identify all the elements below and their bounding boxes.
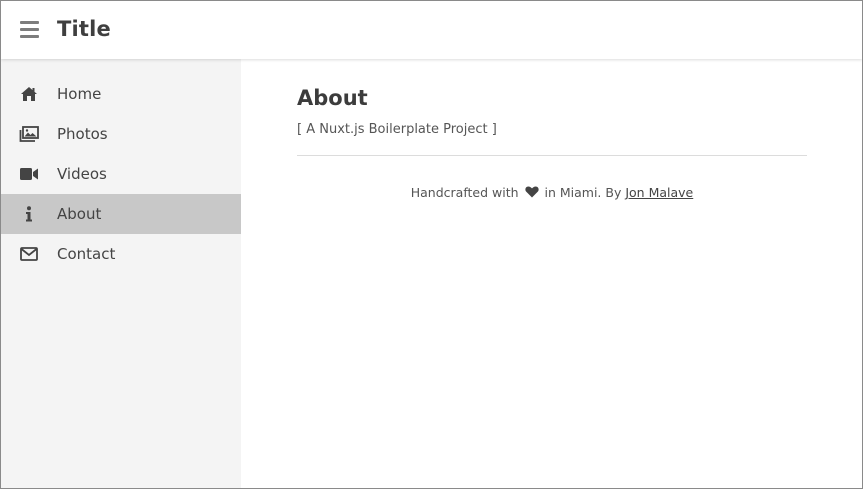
- footer-credit: Handcrafted with in Miami. By Jon Malave: [297, 185, 807, 201]
- page-subtitle: [ A Nuxt.js Boilerplate Project ]: [297, 122, 497, 137]
- sidebar-item-videos[interactable]: Videos: [1, 154, 241, 194]
- sidebar-nav: Home Photos Videos About Contact: [1, 59, 241, 274]
- footer-middle: in Miami. By: [544, 185, 622, 200]
- sidebar-item-label: Videos: [57, 165, 107, 183]
- author-link[interactable]: Jon Malave: [625, 185, 693, 200]
- info-icon: [19, 206, 39, 222]
- sidebar-item-label: Home: [57, 85, 102, 103]
- envelope-icon: [19, 246, 39, 262]
- home-icon: [19, 86, 39, 102]
- photos-icon: [19, 126, 39, 142]
- sidebar-item-label: Photos: [57, 125, 108, 143]
- heart-icon: [524, 186, 539, 201]
- sidebar: Home Photos Videos About Contact: [1, 59, 241, 488]
- page-title: About: [297, 86, 368, 110]
- sidebar-item-about[interactable]: About: [1, 194, 241, 234]
- sidebar-item-contact[interactable]: Contact: [1, 234, 241, 274]
- sidebar-item-label: Contact: [57, 245, 116, 263]
- divider: [297, 155, 807, 156]
- app-title: Title: [57, 17, 112, 41]
- app-window: Title Home Photos Videos About Contact A…: [0, 0, 863, 489]
- sidebar-item-label: About: [57, 205, 102, 223]
- top-app-bar: Title: [1, 1, 862, 59]
- video-camera-icon: [19, 166, 39, 182]
- sidebar-item-photos[interactable]: Photos: [1, 114, 241, 154]
- main-content: About [ A Nuxt.js Boilerplate Project ] …: [241, 59, 862, 488]
- sidebar-item-home[interactable]: Home: [1, 74, 241, 114]
- hamburger-menu-icon[interactable]: [20, 21, 39, 38]
- footer-prefix: Handcrafted with: [410, 185, 519, 200]
